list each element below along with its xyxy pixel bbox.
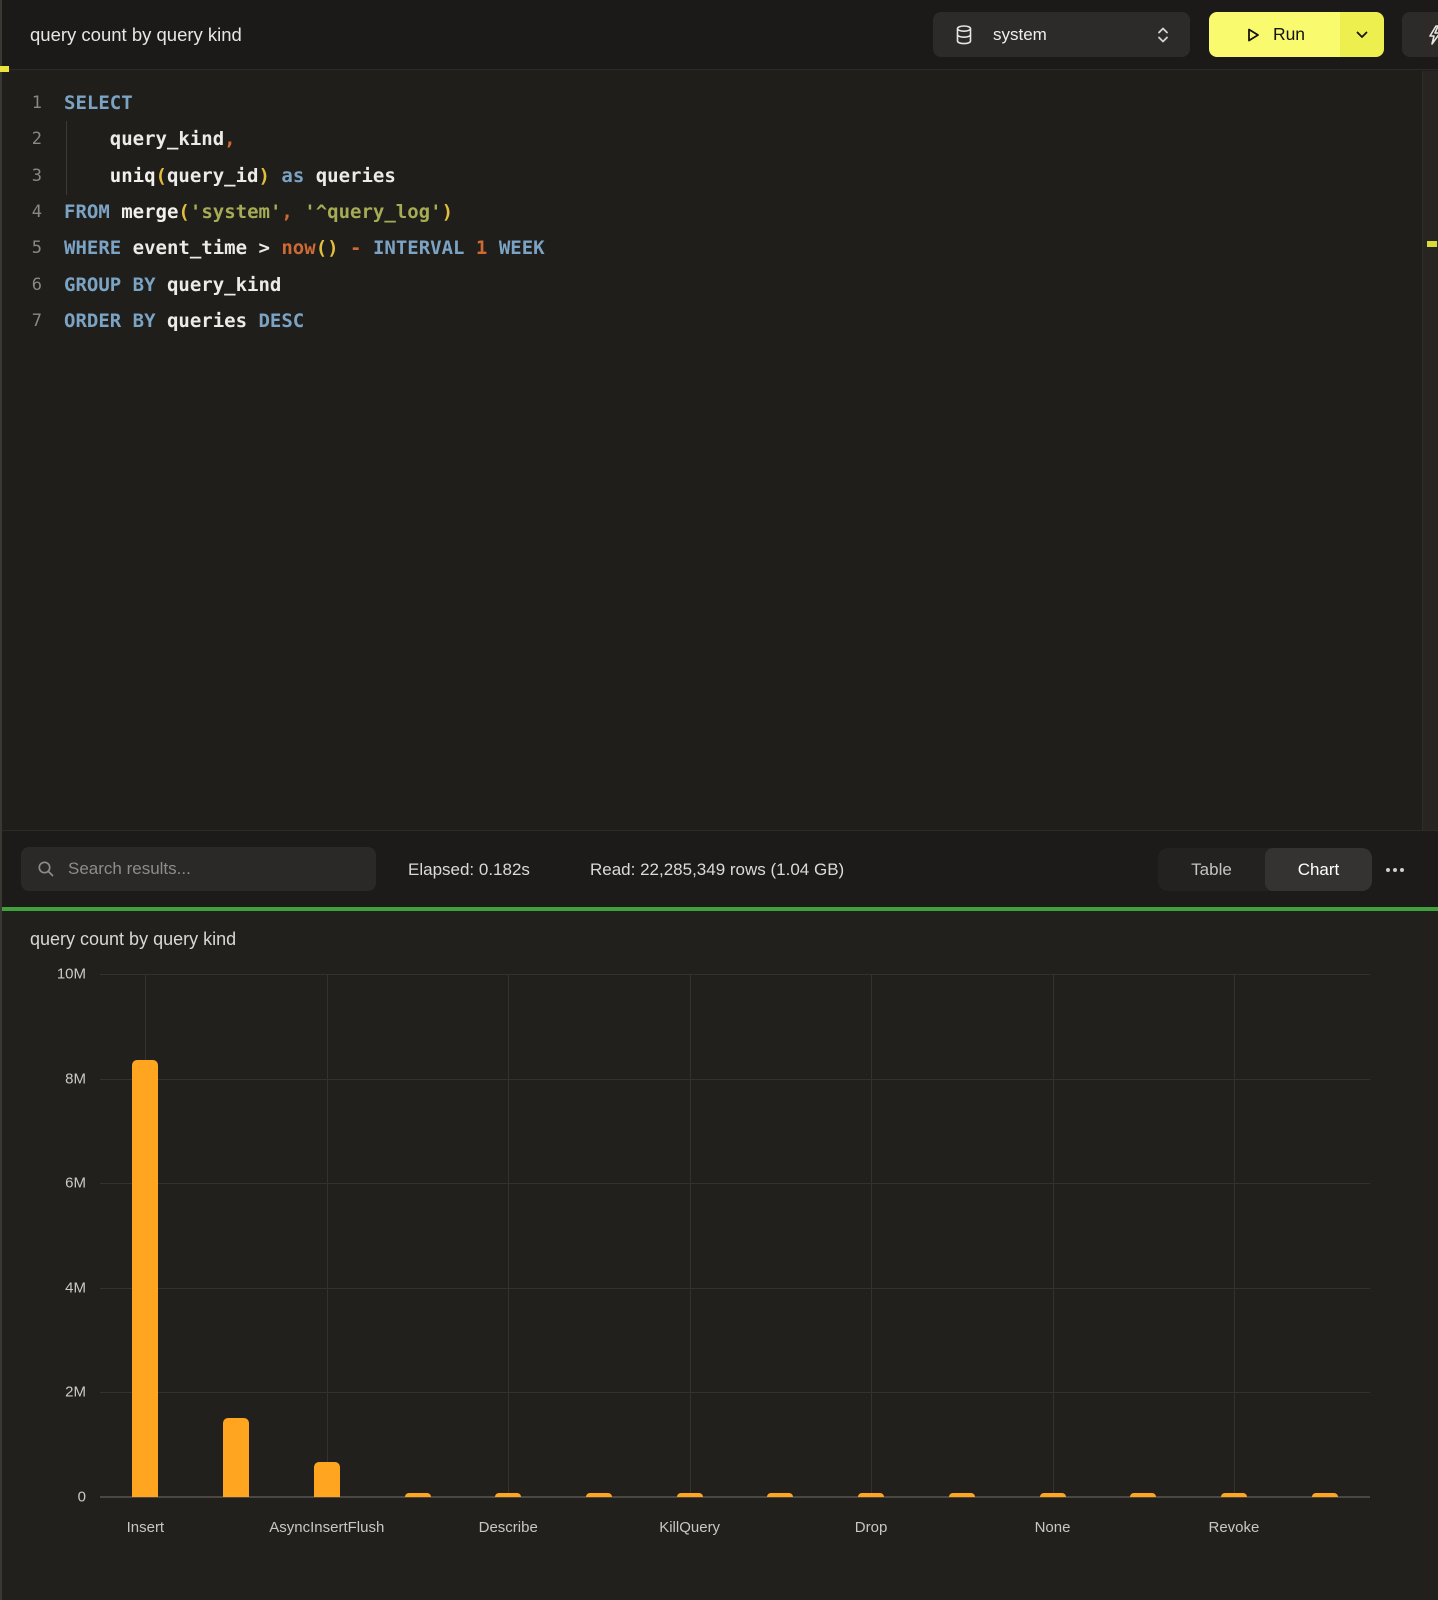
- code-line: 1 SELECT: [0, 85, 1418, 121]
- search-icon: [37, 860, 55, 878]
- results-toolbar: Elapsed: 0.182s Read: 22,285,349 rows (1…: [0, 830, 1438, 907]
- line-number: 7: [0, 311, 42, 331]
- bar-AsyncInsertFlush[interactable]: [314, 1462, 340, 1497]
- chevron-down-icon: [1355, 30, 1369, 40]
- bar-unlabeled-2[interactable]: [223, 1418, 249, 1497]
- chart-title: query count by query kind: [30, 929, 236, 950]
- line-number: 2: [0, 129, 42, 149]
- view-toggle: Table Chart: [1158, 848, 1372, 891]
- code-text: ORDER BY queries DESC: [64, 310, 304, 332]
- bar-unlabeled-8[interactable]: [767, 1493, 793, 1497]
- x-tick-label: Drop: [855, 1519, 888, 1536]
- top-bar: query count by query kind system: [0, 0, 1438, 70]
- database-icon: [955, 25, 973, 45]
- code-text: FROM merge('system', '^query_log'): [64, 201, 453, 223]
- v-gridline: [508, 974, 509, 1497]
- bar-unlabeled-12[interactable]: [1130, 1493, 1156, 1497]
- h-gridline: [100, 1392, 1370, 1393]
- x-tick-label: Revoke: [1208, 1519, 1259, 1536]
- tab-table[interactable]: Table: [1158, 848, 1265, 891]
- code-text: GROUP BY query_kind: [64, 274, 281, 296]
- editor-top-scroll-marker: [0, 66, 9, 72]
- run-button-label: Run: [1273, 24, 1305, 45]
- y-tick-label: 6M: [65, 1175, 86, 1192]
- bar-Describe[interactable]: [495, 1493, 521, 1497]
- line-number: 5: [0, 238, 42, 258]
- line-number: 6: [0, 275, 42, 295]
- code-line: 4 FROM merge('system', '^query_log'): [0, 194, 1418, 230]
- bar-unlabeled-4[interactable]: [405, 1493, 431, 1497]
- x-axis-labels: Insert AsyncInsertFlush Describe KillQuery D…: [100, 1511, 1370, 1541]
- search-results-box[interactable]: [21, 847, 376, 891]
- scrollbar-annotation-marker: [1427, 241, 1437, 247]
- h-gridline: [100, 1288, 1370, 1289]
- y-tick-label: 4M: [65, 1279, 86, 1296]
- x-axis-baseline: [100, 1496, 1370, 1498]
- search-results-input[interactable]: [68, 859, 362, 879]
- y-axis-labels: 02M4M6M8M10M: [0, 974, 86, 1497]
- more-options-icon: [1386, 868, 1390, 872]
- x-tick-label: Describe: [479, 1519, 538, 1536]
- v-gridline: [1053, 974, 1054, 1497]
- window-left-edge: [0, 0, 2, 1600]
- sql-console: query count by query kind system: [0, 0, 1438, 1600]
- y-tick-label: 8M: [65, 1070, 86, 1087]
- bar-KillQuery[interactable]: [677, 1493, 703, 1497]
- sql-editor[interactable]: 1SELECT2 query_kind,3 uniq(query_id) as …: [0, 71, 1438, 830]
- query-title: query count by query kind: [30, 0, 242, 70]
- h-gridline: [100, 1079, 1370, 1080]
- code-line: 6 GROUP BY query_kind: [0, 266, 1418, 302]
- line-number: 3: [0, 166, 42, 186]
- bar-unlabeled-10[interactable]: [949, 1493, 975, 1497]
- x-tick-label: AsyncInsertFlush: [269, 1519, 384, 1536]
- editor-scrollbar[interactable]: [1422, 71, 1438, 830]
- v-gridline: [690, 974, 691, 1497]
- code-lines: 1SELECT2 query_kind,3 uniq(query_id) as …: [0, 85, 1418, 339]
- h-gridline: [100, 1183, 1370, 1184]
- toolbar-extra-button[interactable]: [1402, 12, 1438, 57]
- chart-panel: query count by query kind 0 2M 4M 6M 8M 10M I…: [0, 911, 1438, 1600]
- code-text: WHERE event_time > now() - INTERVAL 1 WE…: [64, 237, 545, 259]
- run-options-dropdown[interactable]: [1340, 12, 1384, 57]
- bar-Insert[interactable]: [132, 1060, 158, 1497]
- code-text: SELECT: [64, 92, 133, 114]
- code-line: 7 ORDER BY queries DESC: [0, 303, 1418, 339]
- lightning-icon: [1426, 24, 1438, 46]
- x-tick-label: None: [1035, 1519, 1071, 1536]
- chevron-up-down-icon: [1156, 25, 1170, 45]
- v-gridline: [1234, 974, 1235, 1497]
- play-icon: [1244, 26, 1262, 44]
- tab-chart[interactable]: Chart: [1265, 848, 1372, 891]
- code-text: query_kind,: [64, 128, 236, 150]
- code-line: 2 query_kind,: [0, 121, 1418, 157]
- h-gridline: [100, 974, 1370, 975]
- y-tick-label: 10M: [57, 966, 86, 983]
- chart-plot: [100, 974, 1370, 1497]
- bar-unlabeled-6[interactable]: [586, 1493, 612, 1497]
- more-options-button[interactable]: [1380, 858, 1410, 882]
- bar-unlabeled-14[interactable]: [1312, 1493, 1338, 1497]
- elapsed-stat: Elapsed: 0.182s: [408, 831, 530, 908]
- bar-Drop[interactable]: [858, 1493, 884, 1497]
- line-number: 4: [0, 202, 42, 222]
- code-text: uniq(query_id) as queries: [64, 165, 396, 187]
- run-button-main[interactable]: Run: [1209, 12, 1340, 57]
- x-tick-label: KillQuery: [659, 1519, 720, 1536]
- read-stat: Read: 22,285,349 rows (1.04 GB): [590, 831, 844, 908]
- v-gridline: [327, 974, 328, 1497]
- code-line: 3 uniq(query_id) as queries: [0, 158, 1418, 194]
- x-tick-label: Insert: [127, 1519, 165, 1536]
- line-number: 1: [0, 93, 42, 113]
- database-selector-value: system: [993, 25, 1156, 45]
- y-tick-label: 2M: [65, 1384, 86, 1401]
- bar-None[interactable]: [1040, 1493, 1066, 1497]
- bar-Revoke[interactable]: [1221, 1493, 1247, 1497]
- v-gridline: [871, 974, 872, 1497]
- run-button[interactable]: Run: [1209, 12, 1384, 57]
- code-line: 5 WHERE event_time > now() - INTERVAL 1 W…: [0, 230, 1418, 266]
- database-selector[interactable]: system: [933, 12, 1190, 57]
- y-tick-label: 0: [78, 1489, 86, 1506]
